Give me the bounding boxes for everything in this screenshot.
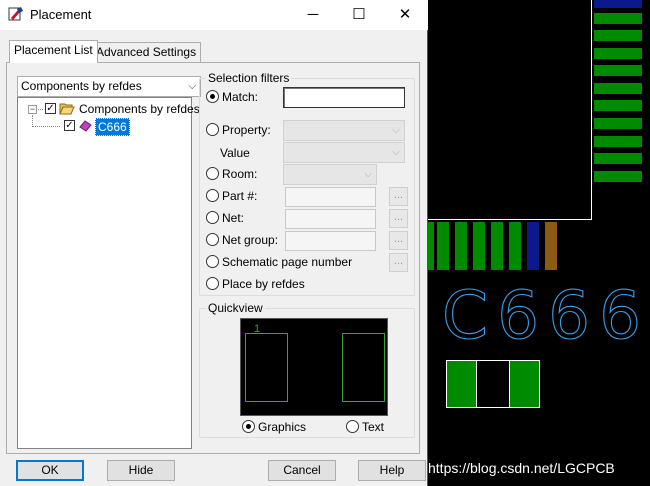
text-label: Text xyxy=(362,420,385,434)
pad-vertical xyxy=(473,222,485,270)
pad-stack xyxy=(594,83,642,94)
quickview-title: Quickview xyxy=(206,301,265,315)
chevron-down-icon: ⌵ xyxy=(392,147,400,158)
placeby-radio[interactable] xyxy=(206,277,219,290)
room-radio[interactable] xyxy=(206,167,219,180)
minimize-button[interactable]: ─ xyxy=(290,0,336,30)
netgroup-browse-button[interactable]: ... xyxy=(389,231,408,250)
root-checkbox[interactable]: ✓ xyxy=(45,103,56,114)
part-browse-button[interactable]: ... xyxy=(389,187,408,206)
pad-vertical xyxy=(428,222,434,270)
net-browse-button[interactable]: ... xyxy=(389,209,408,228)
pad-vertical xyxy=(455,222,467,270)
schematic-browse-button[interactable]: ... xyxy=(389,253,408,272)
part-label: Part #: xyxy=(222,189,258,203)
pad-stack xyxy=(594,100,642,111)
tab-placement-list[interactable]: Placement List xyxy=(9,40,98,63)
match-input[interactable] xyxy=(283,87,405,108)
pad-vertical xyxy=(437,222,449,270)
property-radio[interactable] xyxy=(206,123,219,136)
part-radio[interactable] xyxy=(206,189,219,202)
footprint-pad-left xyxy=(447,361,476,407)
value-label: Value xyxy=(220,146,250,160)
placement-dialog: Placement ─ ☐ ✕ Placement List Advanced … xyxy=(0,0,428,486)
c666-checkbox[interactable]: ✓ xyxy=(64,120,75,131)
property-select[interactable]: ⌵ xyxy=(283,120,405,141)
tree-line xyxy=(32,126,60,127)
net-radio[interactable] xyxy=(206,211,219,224)
help-button[interactable]: Help xyxy=(358,460,426,481)
pad-stack xyxy=(594,153,642,164)
text-radio[interactable] xyxy=(346,420,359,433)
match-label: Match: xyxy=(222,90,259,104)
graphics-radio[interactable] xyxy=(242,420,255,433)
room-select[interactable]: ⌵ xyxy=(283,164,377,185)
list-mode-value: Components by refdes xyxy=(21,79,142,93)
property-label: Property: xyxy=(222,123,271,137)
footprint-divider xyxy=(476,361,477,407)
pad-stack xyxy=(594,48,642,59)
component-icon xyxy=(79,120,92,132)
pad-stack xyxy=(594,136,642,147)
refdes-label: C666 xyxy=(441,272,642,354)
chevron-down-icon: ⌵ xyxy=(392,125,400,136)
tree-root-label[interactable]: Components by refdes xyxy=(79,102,200,116)
net-label: Net: xyxy=(222,211,245,225)
collapse-icon[interactable]: − xyxy=(28,105,37,114)
chevron-down-icon: ⌵ xyxy=(364,169,372,180)
chevron-down-icon: ⌵ xyxy=(188,81,196,92)
tree-item-c666[interactable]: C666 xyxy=(95,118,130,136)
hide-button[interactable]: Hide xyxy=(107,460,175,481)
tab-advanced-settings[interactable]: Advanced Settings xyxy=(91,42,202,63)
title-bar: Placement ─ ☐ ✕ xyxy=(0,0,428,30)
netgroup-radio[interactable] xyxy=(206,233,219,246)
pad-vertical-brown xyxy=(545,222,557,270)
cancel-button[interactable]: Cancel xyxy=(268,460,336,481)
list-mode-select[interactable]: Components by refdes ⌵ xyxy=(17,76,201,97)
footprint-pad-right xyxy=(510,361,539,407)
part-input[interactable] xyxy=(285,187,376,207)
graphics-label: Graphics xyxy=(258,420,307,434)
schematic-radio[interactable] xyxy=(206,255,219,268)
close-button[interactable]: ✕ xyxy=(382,0,428,30)
value-select[interactable]: ⌵ xyxy=(283,142,405,163)
match-radio[interactable] xyxy=(206,90,219,103)
footprint-divider xyxy=(509,361,510,407)
netgroup-input[interactable] xyxy=(285,231,376,251)
quickview-preview: 1 xyxy=(240,318,388,416)
board-outline xyxy=(428,0,592,220)
window-title: Placement xyxy=(30,7,92,22)
maximize-button[interactable]: ☐ xyxy=(336,0,382,30)
pad-stack xyxy=(594,65,642,76)
ok-button[interactable]: OK xyxy=(16,460,84,481)
pad-stack xyxy=(594,30,642,41)
app-icon xyxy=(8,6,24,22)
pad-stack xyxy=(594,13,642,24)
component-tree[interactable]: − ✓ Components by refdes ✓ C666 xyxy=(17,97,200,449)
pad-vertical xyxy=(491,222,503,270)
selection-filters-title: Selection filters xyxy=(206,71,292,85)
pad-navy-top xyxy=(594,0,642,8)
pad-vertical xyxy=(509,222,521,270)
folder-open-icon xyxy=(59,102,75,115)
preview-pad-right xyxy=(342,333,385,402)
room-label: Room: xyxy=(222,167,258,181)
netgroup-label: Net group: xyxy=(222,233,279,247)
cad-canvas[interactable]: C666 xyxy=(428,0,650,486)
preview-pad-left xyxy=(245,333,288,402)
svg-text:C666: C666 xyxy=(442,277,642,352)
pad-vertical-navy xyxy=(527,222,539,270)
net-input[interactable] xyxy=(285,209,376,229)
watermark: https://blog.csdn.net/LGCPCB xyxy=(428,460,615,476)
tree-line xyxy=(38,109,43,110)
placeby-label: Place by refdes xyxy=(222,277,305,291)
pad-stack xyxy=(594,171,642,182)
schematic-label: Schematic page number xyxy=(222,255,353,269)
pad-stack xyxy=(594,118,642,129)
